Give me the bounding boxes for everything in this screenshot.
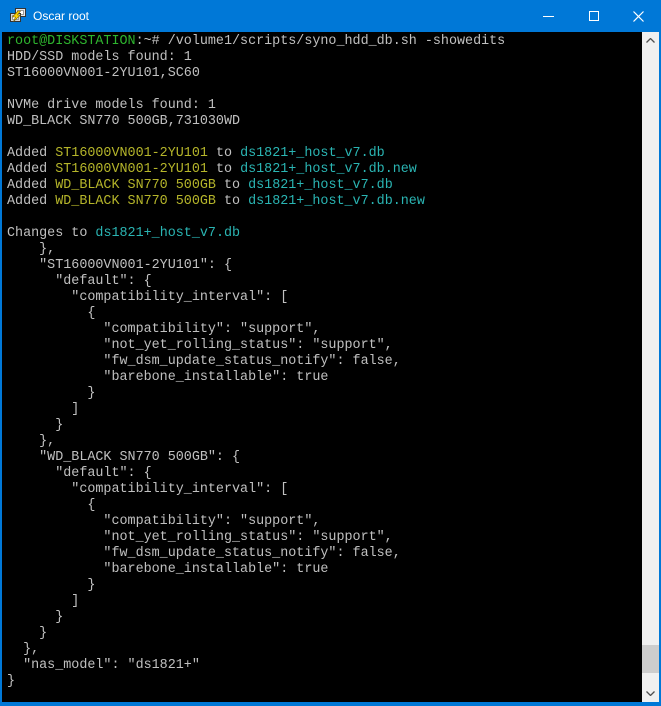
- terminal-line: },: [7, 642, 642, 658]
- terminal-line: }: [7, 610, 642, 626]
- chevron-down-icon: [646, 691, 655, 696]
- terminal-line: "compatibility": "support",: [7, 514, 642, 530]
- terminal-line: Added WD_BLACK SN770 500GB to ds1821+_ho…: [7, 178, 642, 194]
- terminal-line: root@DISKSTATION:~# /volume1/scripts/syn…: [7, 34, 642, 50]
- scrollbar[interactable]: [642, 32, 659, 702]
- terminal-line: }: [7, 578, 642, 594]
- terminal-output: root@DISKSTATION:~# /volume1/scripts/syn…: [7, 34, 642, 690]
- terminal-line: },: [7, 434, 642, 450]
- chevron-up-icon: [646, 38, 655, 43]
- terminal-line: "ST16000VN001-2YU101": {: [7, 258, 642, 274]
- terminal-line: "WD_BLACK SN770 500GB": {: [7, 450, 642, 466]
- minimize-icon: [543, 16, 554, 17]
- terminal-line: "fw_dsm_update_status_notify": false,: [7, 546, 642, 562]
- maximize-button[interactable]: [571, 0, 616, 32]
- terminal-line: "barebone_installable": true: [7, 370, 642, 386]
- terminal-line: NVMe drive models found: 1: [7, 98, 642, 114]
- terminal-line: Changes to ds1821+_host_v7.db: [7, 226, 642, 242]
- terminal-line: },: [7, 242, 642, 258]
- terminal-line: "not_yet_rolling_status": "support",: [7, 338, 642, 354]
- terminal-line: HDD/SSD models found: 1: [7, 50, 642, 66]
- terminal-line: [7, 130, 642, 146]
- terminal-line: "compatibility_interval": [: [7, 482, 642, 498]
- window-controls: [526, 0, 661, 32]
- title-bar[interactable]: Oscar root: [0, 0, 661, 32]
- terminal-line: "compatibility_interval": [: [7, 290, 642, 306]
- scrollbar-thumb[interactable]: [642, 645, 659, 673]
- terminal-line: "nas_model": "ds1821+": [7, 658, 642, 674]
- maximize-icon: [589, 11, 599, 21]
- terminal-line: }: [7, 418, 642, 434]
- terminal-screen[interactable]: root@DISKSTATION:~# /volume1/scripts/syn…: [2, 32, 642, 702]
- scroll-down-button[interactable]: [642, 685, 659, 702]
- scroll-up-button[interactable]: [642, 32, 659, 49]
- terminal-line: }: [7, 386, 642, 402]
- terminal-line: ST16000VN001-2YU101,SC60: [7, 66, 642, 82]
- terminal-line: "fw_dsm_update_status_notify": false,: [7, 354, 642, 370]
- terminal-line: "default": {: [7, 274, 642, 290]
- terminal-line: [7, 82, 642, 98]
- terminal-line: ]: [7, 402, 642, 418]
- scrollbar-track[interactable]: [642, 49, 659, 685]
- terminal-line: [7, 210, 642, 226]
- terminal-line: Added ST16000VN001-2YU101 to ds1821+_hos…: [7, 146, 642, 162]
- putty-icon[interactable]: [9, 8, 27, 24]
- terminal-line: {: [7, 498, 642, 514]
- terminal-line: "default": {: [7, 466, 642, 482]
- terminal-line: }: [7, 626, 642, 642]
- close-icon: [633, 11, 644, 22]
- terminal-line: ]: [7, 594, 642, 610]
- terminal-line: WD_BLACK SN770 500GB,731030WD: [7, 114, 642, 130]
- terminal-line: }: [7, 674, 642, 690]
- close-button[interactable]: [616, 0, 661, 32]
- terminal-line: Added ST16000VN001-2YU101 to ds1821+_hos…: [7, 162, 642, 178]
- terminal-line: Added WD_BLACK SN770 500GB to ds1821+_ho…: [7, 194, 642, 210]
- window-title: Oscar root: [33, 9, 89, 23]
- terminal-line: "barebone_installable": true: [7, 562, 642, 578]
- terminal-line: "not_yet_rolling_status": "support",: [7, 530, 642, 546]
- minimize-button[interactable]: [526, 0, 571, 32]
- terminal-line: "compatibility": "support",: [7, 322, 642, 338]
- putty-window: Oscar root root@DISKSTATION:~# /volume1/…: [0, 0, 661, 706]
- terminal-line: {: [7, 306, 642, 322]
